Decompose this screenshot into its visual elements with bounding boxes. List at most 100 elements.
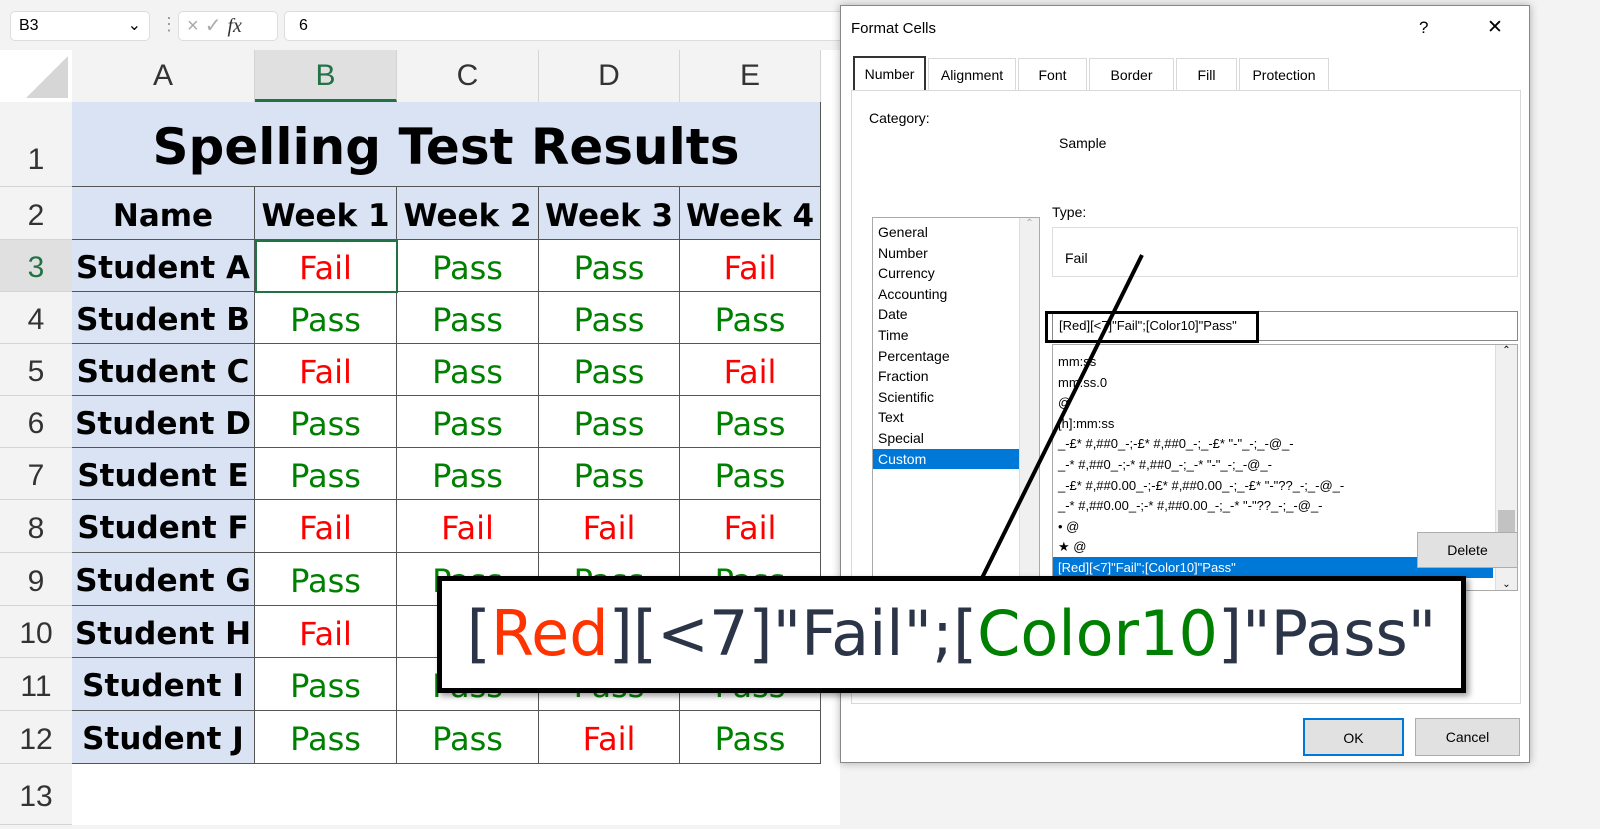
result-cell[interactable]: Pass [255,711,397,764]
row-header-12[interactable]: 12 [0,711,72,764]
row-header-5[interactable]: 5 [0,344,72,396]
type-list-item[interactable]: mm:ss.0 [1053,372,1493,393]
category-percentage[interactable]: Percentage [873,346,1039,367]
tab-font[interactable]: Font [1018,58,1087,91]
result-cell[interactable]: Fail [255,606,397,658]
column-header-C[interactable]: C [397,50,539,102]
type-list-item[interactable]: mm:ss [1053,351,1493,372]
result-cell[interactable]: Fail [255,500,397,553]
result-cell[interactable]: Pass [255,448,397,500]
type-list-item[interactable]: @ [1053,392,1493,413]
row-header-9[interactable]: 9 [0,553,72,606]
result-cell[interactable]: Fail [397,500,539,553]
help-button[interactable]: ? [1419,18,1428,38]
row-header-13[interactable]: 13 [0,764,72,825]
result-cell[interactable]: Pass [397,240,539,292]
type-list-item[interactable]: _-£* #,##0_-;-£* #,##0_-;_-£* "-"_-;_-@_… [1053,433,1493,454]
result-cell[interactable]: Pass [255,553,397,606]
result-cell[interactable]: Pass [539,396,680,448]
result-cell[interactable]: Pass [680,448,821,500]
tab-protection[interactable]: Protection [1239,58,1329,91]
result-cell[interactable]: Pass [539,344,680,396]
type-list-item[interactable]: _-* #,##0_-;-* #,##0_-;_-* "-"_-;_-@_- [1053,454,1493,475]
result-cell[interactable]: Pass [680,292,821,344]
row-header-8[interactable]: 8 [0,500,72,553]
category-scientific[interactable]: Scientific [873,387,1039,408]
tab-border[interactable]: Border [1089,58,1174,91]
result-cell[interactable]: Fail [539,711,680,764]
category-text[interactable]: Text [873,407,1039,428]
header-cell[interactable]: Week 3 [539,187,680,240]
result-cell[interactable]: Pass [397,711,539,764]
result-cell[interactable]: Pass [255,292,397,344]
result-cell[interactable]: Pass [255,396,397,448]
tab-alignment[interactable]: Alignment [928,58,1016,91]
header-cell[interactable]: Week 1 [255,187,397,240]
row-header-4[interactable]: 4 [0,292,72,344]
tab-number[interactable]: Number [853,56,926,92]
header-cell[interactable]: Week 4 [680,187,821,240]
result-cell[interactable]: Pass [397,396,539,448]
result-cell[interactable]: Pass [397,448,539,500]
result-cell[interactable]: Fail [680,500,821,553]
row-header-1[interactable]: 1 [0,102,72,187]
fx-icon[interactable]: fx [227,15,241,37]
type-list-item[interactable]: [h]:mm:ss [1053,413,1493,434]
category-fraction[interactable]: Fraction [873,366,1039,387]
student-name-cell[interactable]: Student C [72,344,255,396]
result-cell[interactable]: Fail [539,500,680,553]
cancel-icon[interactable]: × [187,15,205,37]
tab-fill[interactable]: Fill [1176,58,1237,91]
column-header-E[interactable]: E [680,50,821,102]
result-cell[interactable]: Pass [255,658,397,711]
student-name-cell[interactable]: Student A [72,240,255,292]
formula-input[interactable]: 6 [284,11,884,41]
check-icon[interactable]: ✓ [205,15,228,37]
column-header-A[interactable]: A [72,50,255,102]
row-header-7[interactable]: 7 [0,448,72,500]
result-cell[interactable]: Fail [680,344,821,396]
category-currency[interactable]: Currency [873,263,1039,284]
category-accounting[interactable]: Accounting [873,284,1039,305]
sheet-title[interactable]: Spelling Test Results [72,102,821,187]
student-name-cell[interactable]: Student H [72,606,255,658]
student-name-cell[interactable]: Student J [72,711,255,764]
student-name-cell[interactable]: Student B [72,292,255,344]
result-cell[interactable]: Pass [397,344,539,396]
delete-button[interactable]: Delete [1417,532,1518,568]
header-cell[interactable]: Week 2 [397,187,539,240]
category-time[interactable]: Time [873,325,1039,346]
row-header-10[interactable]: 10 [0,606,72,658]
chevron-down-icon[interactable]: ⌄ [128,15,141,35]
category-special[interactable]: Special [873,428,1039,449]
student-name-cell[interactable]: Student E [72,448,255,500]
category-number[interactable]: Number [873,243,1039,264]
category-date[interactable]: Date [873,304,1039,325]
result-cell[interactable]: Pass [539,448,680,500]
row-header-3[interactable]: 3 [0,240,72,292]
ok-button[interactable]: OK [1303,718,1404,756]
result-cell[interactable]: Fail [255,344,397,396]
header-cell[interactable]: Name [72,187,255,240]
student-name-cell[interactable]: Student D [72,396,255,448]
name-box[interactable]: B3 ⌄ [10,11,150,41]
student-name-cell[interactable]: Student G [72,553,255,606]
type-list-item[interactable]: _-* #,##0.00_-;-* #,##0.00_-;_-* "-"??_-… [1053,495,1493,516]
result-cell[interactable]: Pass [680,396,821,448]
category-general[interactable]: General [873,222,1039,243]
row-header-11[interactable]: 11 [0,658,72,711]
result-cell[interactable]: Pass [680,711,821,764]
column-header-B[interactable]: B [255,50,397,102]
row-header-6[interactable]: 6 [0,396,72,448]
row-header-2[interactable]: 2 [0,187,72,240]
column-header-D[interactable]: D [539,50,680,102]
result-cell[interactable]: Pass [539,240,680,292]
cancel-button[interactable]: Cancel [1415,718,1520,756]
student-name-cell[interactable]: Student I [72,658,255,711]
category-custom[interactable]: Custom [873,448,1039,470]
result-cell[interactable]: Fail [680,240,821,292]
close-button[interactable]: ✕ [1487,16,1503,39]
result-cell[interactable]: Pass [397,292,539,344]
select-all-button[interactable] [0,50,72,102]
result-cell[interactable]: Pass [539,292,680,344]
